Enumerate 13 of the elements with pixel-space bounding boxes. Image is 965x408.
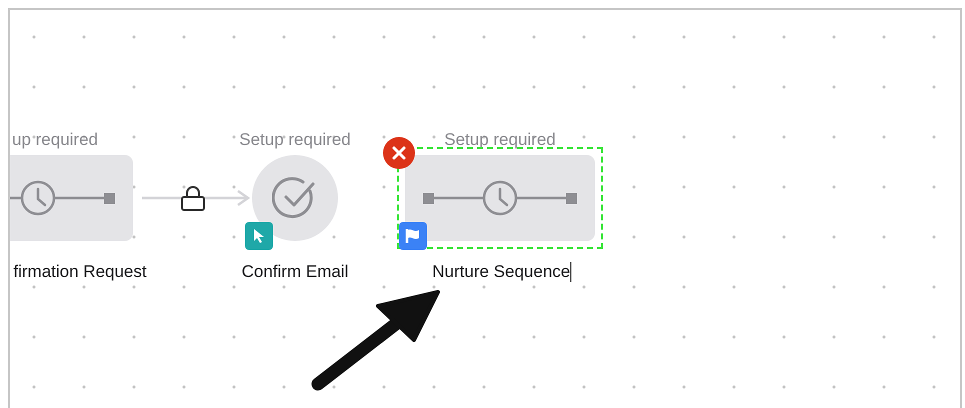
node-status: Setup required — [239, 129, 351, 151]
delay-timeline-icon — [422, 180, 578, 216]
lock-icon — [180, 186, 206, 212]
node-label: Confirm Email — [242, 261, 348, 283]
node-status: up required — [12, 129, 98, 151]
node-label: firmation Request — [13, 261, 147, 283]
node-label[interactable]: Nurture Sequence — [432, 259, 570, 284]
pointer-icon — [253, 228, 265, 244]
delete-button[interactable] — [383, 137, 415, 169]
flag-icon — [405, 228, 421, 244]
close-icon — [392, 146, 406, 160]
node-status: Setup required — [444, 129, 556, 151]
delay-node[interactable] — [405, 155, 595, 241]
